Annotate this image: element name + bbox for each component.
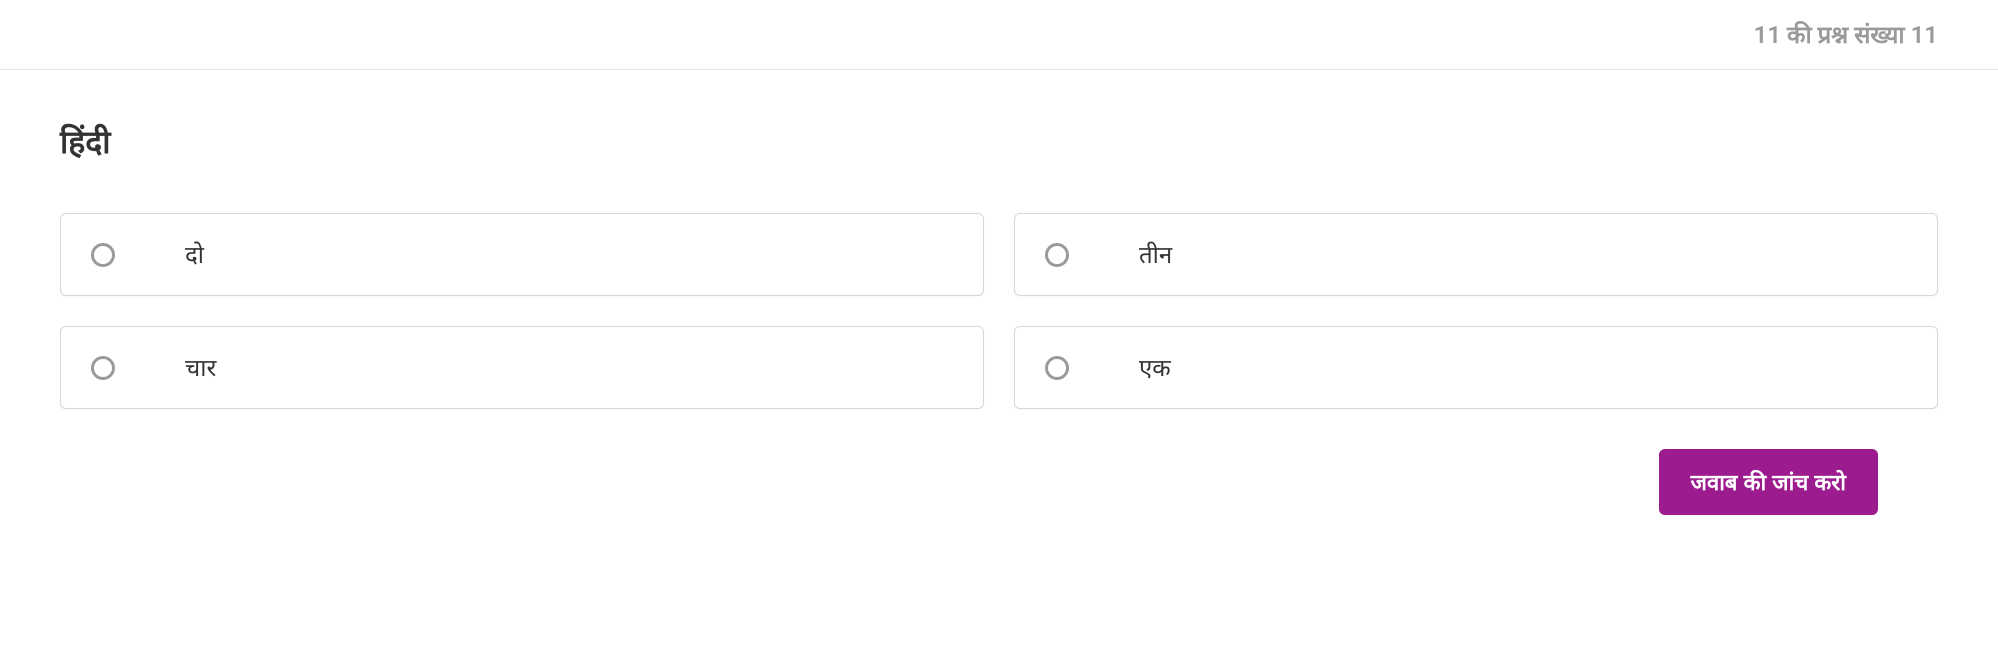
answer-option-1[interactable]: दो xyxy=(60,213,984,296)
question-content: हिंदी दो तीन चार एक जवाब की जांच करो xyxy=(0,70,1998,555)
radio-icon xyxy=(1045,243,1069,267)
option-label: एक xyxy=(1139,351,1171,384)
option-label: दो xyxy=(185,238,204,271)
options-grid: दो तीन चार एक xyxy=(60,213,1938,409)
quiz-header: 11 की प्रश्न संख्या 11 xyxy=(0,0,1998,70)
radio-icon xyxy=(1045,356,1069,380)
answer-option-2[interactable]: तीन xyxy=(1014,213,1938,296)
question-title: हिंदी xyxy=(60,120,1938,163)
progress-counter: 11 की प्रश्न संख्या 11 xyxy=(1754,21,1938,49)
option-label: चार xyxy=(185,351,216,384)
radio-icon xyxy=(91,356,115,380)
quiz-footer: जवाब की जांच करो xyxy=(60,409,1938,515)
check-answer-button[interactable]: जवाब की जांच करो xyxy=(1659,449,1878,515)
answer-option-4[interactable]: एक xyxy=(1014,326,1938,409)
option-label: तीन xyxy=(1139,238,1172,271)
answer-option-3[interactable]: चार xyxy=(60,326,984,409)
radio-icon xyxy=(91,243,115,267)
